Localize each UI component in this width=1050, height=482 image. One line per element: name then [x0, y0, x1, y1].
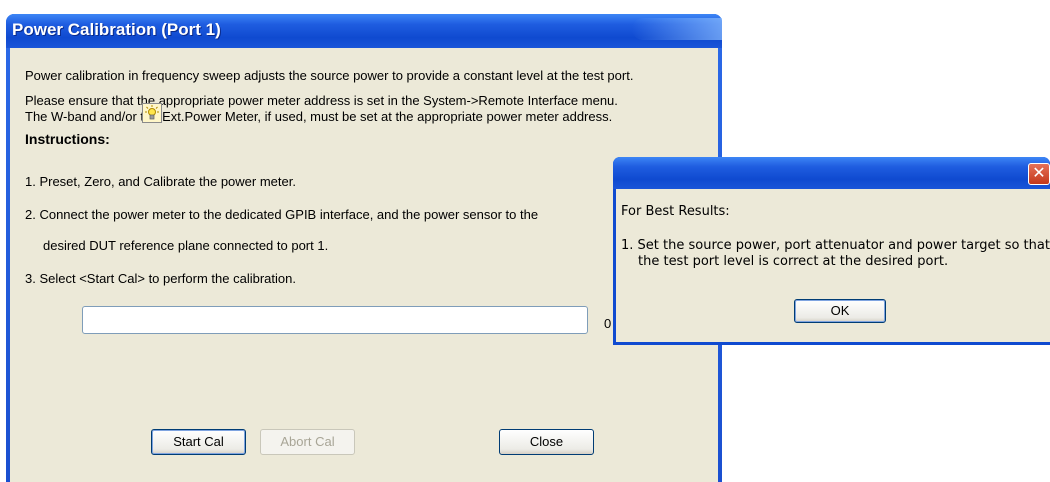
description-text: Power calibration in frequency sweep adj…	[25, 68, 634, 83]
calibration-progress-bar	[82, 306, 588, 334]
message-item-line-1: 1. Set the source power, port attenuator…	[621, 238, 1050, 253]
notice-line-2: The W-band and/or the Ext.Power Meter, i…	[25, 109, 613, 124]
message-item-line-2: the test port level is correct at the de…	[638, 254, 949, 269]
message-title-bar[interactable]: ✕	[613, 157, 1050, 189]
ok-button[interactable]: OK	[794, 299, 886, 323]
title-bar-highlight	[632, 18, 722, 40]
close-icon[interactable]: ✕	[1028, 163, 1050, 185]
message-header: For Best Results:	[621, 204, 730, 219]
close-button[interactable]: Close	[499, 429, 594, 455]
lightbulb-icon	[142, 103, 162, 123]
start-cal-button[interactable]: Start Cal	[151, 429, 246, 455]
step-3: 3. Select <Start Cal> to perform the cal…	[25, 271, 296, 286]
best-results-dialog: ✕ For Best Results: 1. Set the source po…	[613, 157, 1050, 345]
step-2-line-1: 2. Connect the power meter to the dedica…	[25, 207, 539, 222]
abort-cal-button[interactable]: Abort Cal	[260, 429, 355, 455]
dialog-body: Power calibration in frequency sweep adj…	[10, 48, 718, 482]
title-bar[interactable]: Power Calibration (Port 1)	[6, 14, 722, 48]
message-body: For Best Results: 1. Set the source powe…	[616, 189, 1050, 342]
step-1: 1. Preset, Zero, and Calibrate the power…	[25, 174, 296, 189]
notice-line-1: Please ensure that the appropriate power…	[25, 93, 618, 108]
dialog-title: Power Calibration (Port 1)	[12, 20, 221, 39]
step-2-line-2: desired DUT reference plane connected to…	[43, 238, 329, 253]
instructions-label: Instructions:	[25, 131, 110, 147]
